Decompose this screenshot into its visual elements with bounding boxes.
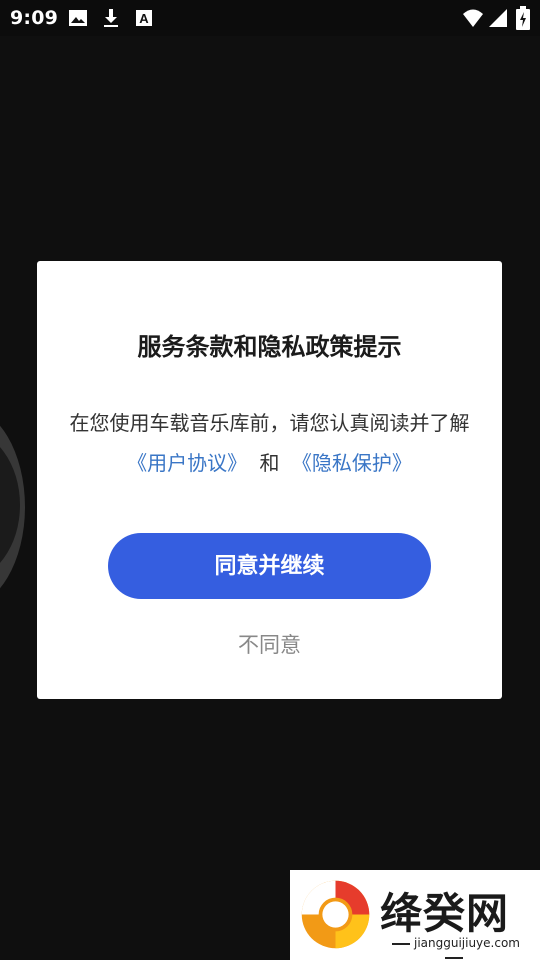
image-icon bbox=[69, 10, 87, 26]
watermark-logo-block: 绛癸网 jiangguijiuye.com bbox=[290, 870, 540, 960]
download-icon bbox=[104, 9, 118, 27]
user-agreement-link[interactable]: 《用户协议》 bbox=[127, 451, 247, 475]
watermark-title: 绛癸网 bbox=[380, 889, 510, 938]
app-screen: 9:09 A 服务条款和隐私政策提示 在您使用车载音乐库前，请您认真阅读并了解 … bbox=[0, 0, 540, 960]
link-connector: 和 bbox=[259, 451, 280, 475]
signal-icon bbox=[489, 9, 507, 27]
battery-icon bbox=[516, 6, 530, 30]
dialog-links-row: 《用户协议》 和 《隐私保护》 bbox=[37, 443, 502, 483]
status-time: 9:09 bbox=[10, 7, 59, 29]
dialog-body-text: 在您使用车载音乐库前，请您认真阅读并了解 bbox=[69, 411, 470, 435]
svg-text:A: A bbox=[139, 11, 149, 26]
disagree-button[interactable]: 不同意 bbox=[37, 629, 502, 659]
status-bar: 9:09 A bbox=[0, 0, 540, 36]
dialog-title: 服务条款和隐私政策提示 bbox=[137, 333, 402, 361]
a-box-icon: A bbox=[136, 10, 152, 26]
privacy-policy-link[interactable]: 《隐私保护》 bbox=[292, 451, 412, 475]
watermark-logo-icon bbox=[301, 880, 370, 949]
agree-continue-button[interactable]: 同意并继续 bbox=[108, 533, 431, 599]
terms-dialog: 服务条款和隐私政策提示 在您使用车载音乐库前，请您认真阅读并了解 《用户协议》 … bbox=[37, 261, 502, 699]
dialog-body: 在您使用车载音乐库前，请您认真阅读并了解 《用户协议》 和 《隐私保护》 bbox=[37, 403, 502, 483]
watermark-domain: jiangguijiuye.com bbox=[379, 936, 529, 960]
wifi-icon bbox=[463, 9, 483, 27]
